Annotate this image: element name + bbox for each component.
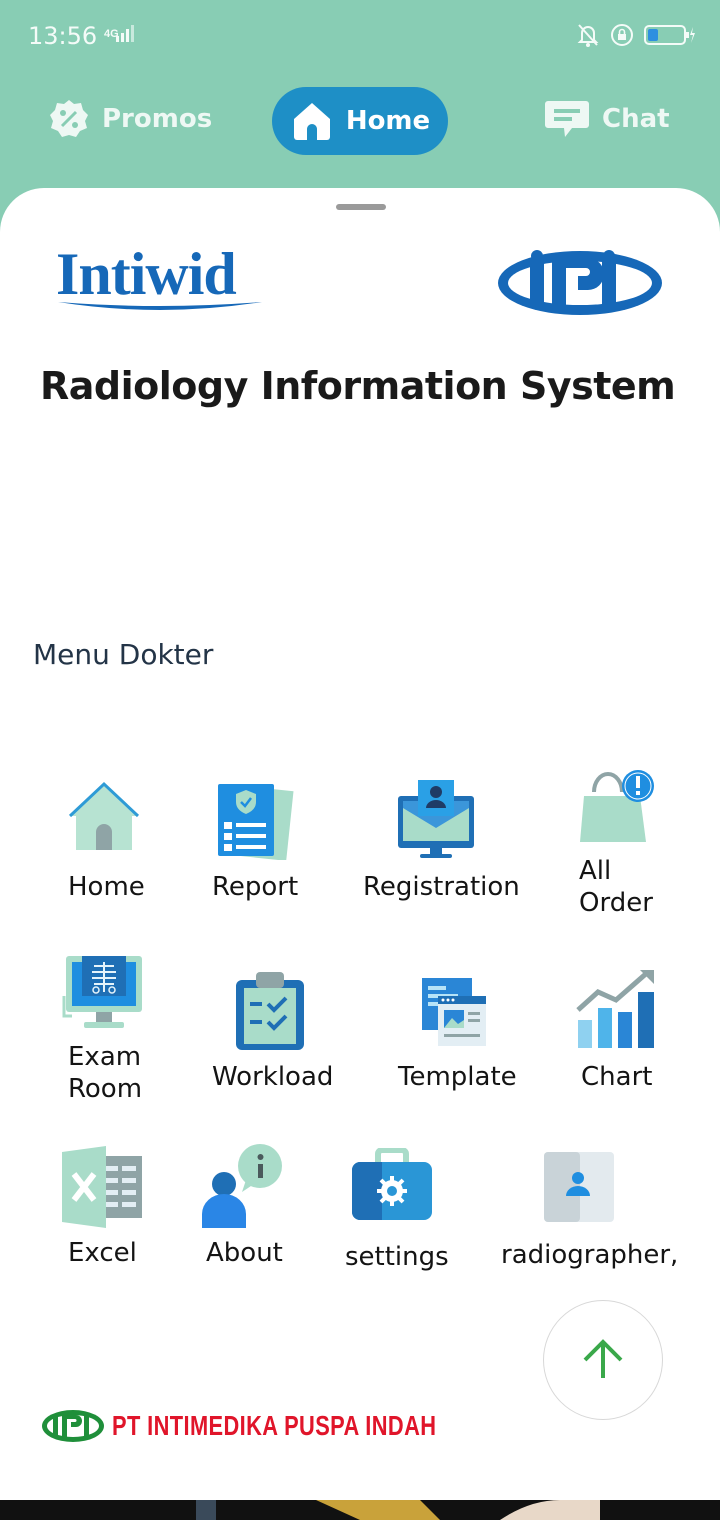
menu-item-home[interactable]: Home	[60, 778, 170, 908]
clipboard-icon	[236, 972, 304, 1050]
excel-icon	[62, 1146, 142, 1228]
menu-item-template[interactable]: Template	[396, 968, 526, 1098]
menu-item-label: Excel	[68, 1238, 137, 1268]
report-icon	[218, 784, 294, 860]
bell-muted-icon	[577, 24, 599, 47]
menu-item-registration[interactable]: Registration	[362, 778, 520, 908]
menu-item-label-line2: Room	[68, 1074, 143, 1104]
menu-item-label: Workload	[212, 1062, 334, 1092]
menu-item-label: settings	[345, 1242, 449, 1272]
footer-logo: PT INTIMEDIKA PUSPA INDAH	[40, 1408, 528, 1444]
arrow-up-icon	[583, 1339, 623, 1378]
discount-badge-icon	[50, 100, 88, 137]
signal-icon	[115, 25, 134, 42]
home-icon	[293, 103, 330, 140]
drag-handle[interactable]	[336, 204, 386, 210]
tab-chat-label: Chat	[602, 104, 670, 134]
menu-item-label: radiographer,	[501, 1240, 679, 1270]
menu-item-settings[interactable]: settings	[344, 1148, 454, 1278]
chart-icon	[576, 970, 654, 1048]
lock-rotation-icon	[611, 24, 633, 46]
menu-item-all-order[interactable]: All Order	[578, 762, 678, 922]
battery-icon	[644, 25, 695, 45]
page-title: Radiology Information System	[40, 364, 676, 408]
settings-toolbox-icon	[352, 1148, 432, 1220]
footer-company-name: PT INTIMEDIKA PUSPA INDAH	[112, 1410, 437, 1441]
network-indicator: 4G	[104, 24, 136, 44]
menu-item-excel[interactable]: Excel	[62, 1146, 162, 1276]
shopping-bag-icon	[580, 770, 654, 842]
top-navigation: Promos Home Chat	[0, 84, 720, 156]
tab-promos-label: Promos	[102, 104, 213, 134]
menu-item-label: Registration	[363, 872, 520, 902]
tab-chat[interactable]: Chat	[544, 84, 670, 154]
menu-item-workload[interactable]: Workload	[212, 968, 342, 1098]
tab-home[interactable]: Home	[272, 87, 448, 155]
status-bar: 13:56 4G	[0, 0, 720, 72]
chat-icon	[545, 101, 589, 137]
menu-item-label: About	[206, 1238, 283, 1268]
menu-item-label-line1: All	[579, 856, 612, 886]
ipi-logo	[498, 250, 662, 315]
svg-text:Intiwid: Intiwid	[56, 244, 236, 307]
ipi-green-logo	[42, 1410, 104, 1442]
menu-item-exam-room[interactable]: Exam Room	[62, 952, 172, 1112]
status-time: 13:56	[28, 22, 98, 50]
bottom-background-image	[0, 1500, 720, 1520]
menu-item-radiographer[interactable]: radiographer,	[500, 1150, 678, 1280]
menu-item-label-line2: Order	[579, 888, 653, 918]
menu-item-label-line1: Exam	[68, 1042, 142, 1072]
about-icon	[202, 1144, 282, 1228]
menu-item-label: Home	[68, 872, 145, 902]
radiographer-icon	[544, 1152, 614, 1222]
template-icon	[422, 978, 486, 1046]
home-icon	[68, 781, 140, 850]
menu-item-report[interactable]: Report	[210, 778, 320, 908]
intiwid-logo: Intiwid	[56, 244, 262, 310]
content-sheet: Intiwid Radiology Information System Men…	[0, 188, 720, 1500]
xray-monitor-icon	[62, 956, 142, 1028]
menu-item-chart[interactable]: Chart	[576, 964, 676, 1098]
scroll-to-top-button[interactable]	[543, 1300, 663, 1420]
menu-item-about[interactable]: About	[202, 1144, 312, 1274]
tab-home-label: Home	[345, 106, 431, 136]
menu-item-label: Chart	[581, 1062, 653, 1092]
registration-icon	[398, 780, 474, 858]
tab-promos[interactable]: Promos	[48, 84, 212, 154]
section-title: Menu Dokter	[33, 638, 214, 671]
menu-item-label: Template	[398, 1062, 517, 1092]
menu-item-label: Report	[212, 872, 299, 902]
